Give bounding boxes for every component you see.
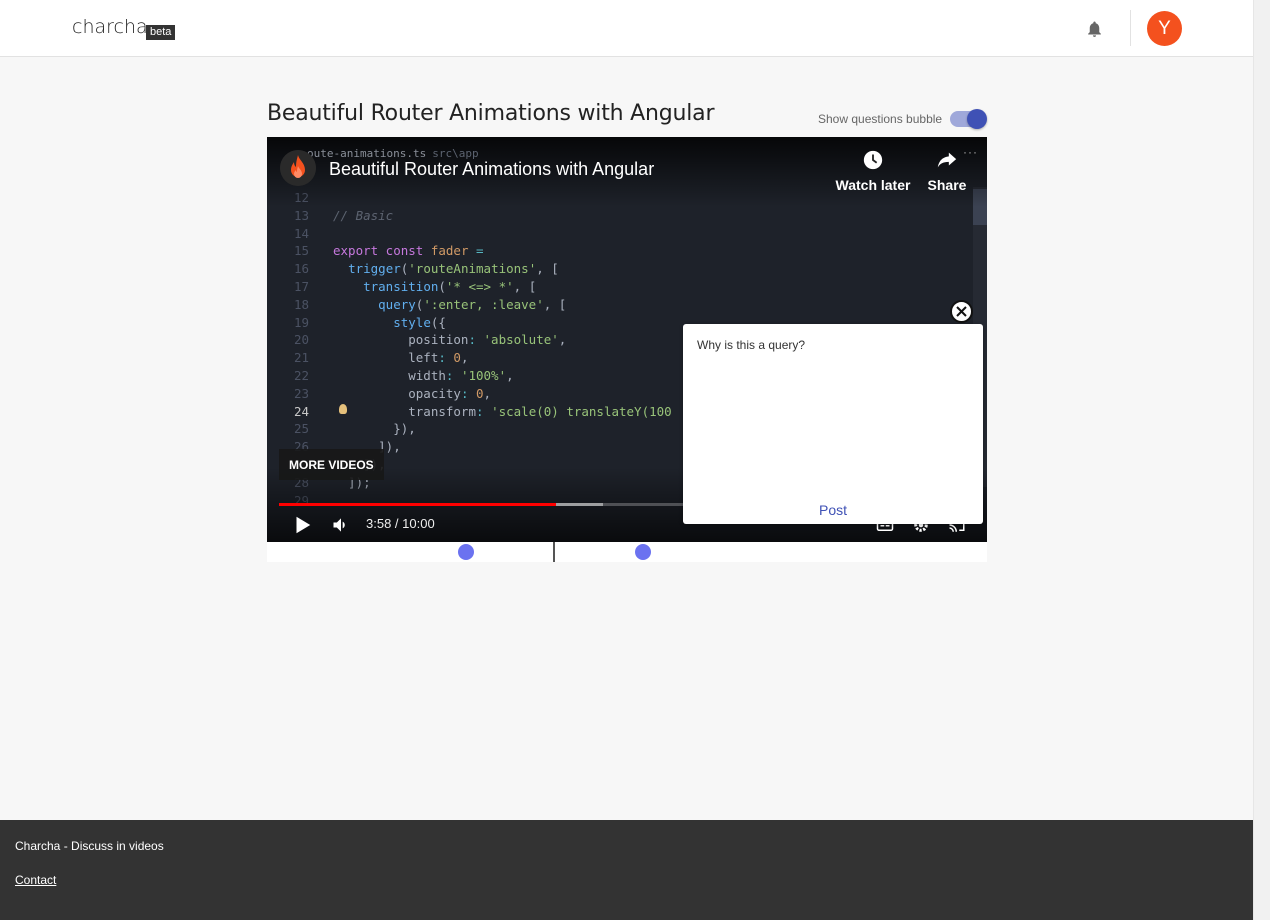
watch-later-button[interactable]: Watch later <box>835 149 911 193</box>
more-videos-button[interactable]: MORE VIDEOS <box>279 449 384 480</box>
code-text: trigger('routeAnimations', [ <box>348 261 559 277</box>
toggle-knob[interactable] <box>967 109 987 129</box>
code-line: 15 export const fader = <box>267 242 987 260</box>
time-display: 3:58 / 10:00 <box>366 516 435 531</box>
line-number: 14 <box>293 225 309 241</box>
page-scrollbar[interactable] <box>1253 0 1270 920</box>
code-line: 17 transition('* <=> *', [ <box>267 278 987 296</box>
code-text: width: '100%', <box>333 368 514 383</box>
volume-icon[interactable] <box>330 515 352 535</box>
beta-badge: beta <box>146 25 176 40</box>
code-text: transform: 'scale(0) translateY(100 <box>333 403 672 419</box>
line-number: 17 <box>293 279 309 294</box>
code-text: opacity: 0, <box>333 385 492 401</box>
code-text: style({ <box>393 314 446 330</box>
line-number: 18 <box>293 296 309 312</box>
question-bubble: Why is this a query? Post <box>683 324 983 524</box>
line-number: 16 <box>293 261 309 277</box>
post-button[interactable]: Post <box>683 502 983 518</box>
clock-icon <box>863 150 883 170</box>
close-question-button[interactable] <box>950 300 973 323</box>
code-text: // Basic <box>333 207 394 223</box>
share-label: Share <box>927 177 967 193</box>
watch-later-label: Watch later <box>835 177 911 193</box>
code-line: 18 query(':enter, :leave', [ <box>267 296 987 314</box>
question-marker[interactable] <box>634 544 651 560</box>
line-number: 15 <box>293 243 309 259</box>
close-icon <box>956 306 967 317</box>
share-button[interactable]: Share <box>925 149 969 193</box>
line-number: 13 <box>293 207 309 223</box>
share-arrow-icon <box>937 152 957 168</box>
video-title[interactable]: Beautiful Router Animations with Angular <box>329 159 654 180</box>
question-text[interactable]: Why is this a query? <box>697 338 805 352</box>
code-text: position: 'absolute', <box>333 332 567 348</box>
code-text: query(':enter, :leave', [ <box>378 296 567 312</box>
page-footer: Charcha - Discuss in videos Contact <box>0 820 1253 920</box>
code-line: 13 // Basic <box>267 207 987 225</box>
footer-tagline: Charcha - Discuss in videos <box>15 839 164 853</box>
line-number: 21 <box>293 350 309 366</box>
code-text: transition('* <=> *', [ <box>363 279 537 294</box>
code-text: export const fader = <box>333 243 484 259</box>
line-number: 19 <box>293 314 309 330</box>
lightbulb-icon <box>339 404 347 414</box>
question-timeline[interactable] <box>267 542 987 562</box>
brand-logo[interactable]: charcha <box>72 16 148 38</box>
notification-bell-icon[interactable] <box>1085 19 1104 39</box>
code-text: left: 0, <box>333 350 469 366</box>
toggle-label: Show questions bubble <box>818 112 943 126</box>
line-number: 20 <box>293 332 309 348</box>
play-icon[interactable] <box>291 514 313 536</box>
user-avatar[interactable]: Y <box>1147 11 1182 46</box>
contact-link[interactable]: Contact <box>15 873 56 887</box>
timeline-current-position <box>552 542 555 562</box>
line-number: 22 <box>293 368 309 383</box>
header-divider <box>1130 10 1131 46</box>
channel-flame-icon[interactable] <box>280 150 316 186</box>
code-line: 14 <box>267 225 987 243</box>
code-line: 16 trigger('routeAnimations', [ <box>267 260 987 278</box>
code-text: }), <box>333 421 416 437</box>
line-number: 23 <box>293 385 309 401</box>
progress-played <box>279 503 556 506</box>
video-page-title: Beautiful Router Animations with Angular <box>267 101 715 126</box>
line-number: 25 <box>293 421 309 437</box>
line-number: 24 <box>293 403 309 419</box>
top-header: charcha beta Y <box>0 0 1253 57</box>
